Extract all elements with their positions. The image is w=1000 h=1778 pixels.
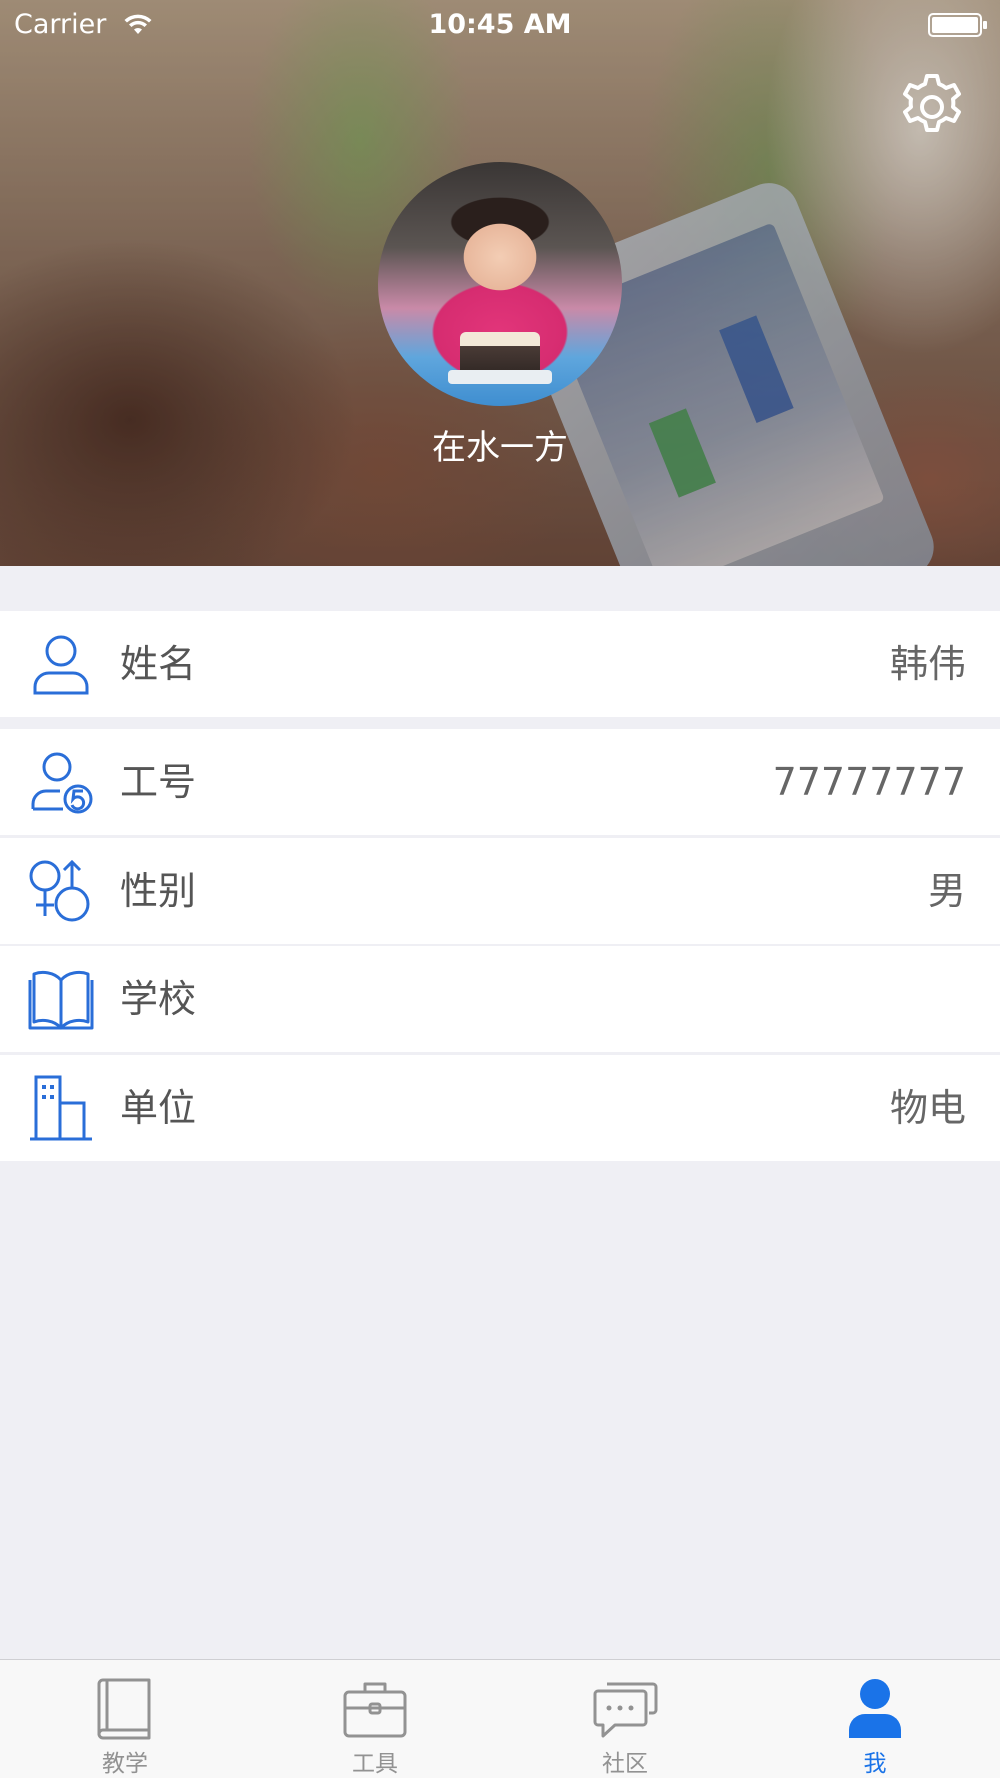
gender-icon <box>28 858 94 924</box>
chat-bubbles-icon <box>591 1678 659 1740</box>
info-row-name[interactable]: 姓名 韩伟 <box>0 611 1000 717</box>
profile-screen: Carrier 10:45 AM 在水一方 姓名 韩伟 工号 77777777 … <box>0 0 1000 1778</box>
info-row-employee-id[interactable]: 工号 77777777 <box>0 729 1000 835</box>
tab-me[interactable]: 我 <box>750 1660 1000 1778</box>
person-icon <box>841 1678 909 1740</box>
open-book-icon <box>28 966 94 1032</box>
info-value: 物电 <box>889 1086 966 1130</box>
info-label: 姓名 <box>120 642 197 686</box>
info-row-school[interactable]: 学校 <box>0 946 1000 1052</box>
info-value: 男 <box>927 869 966 913</box>
info-label: 性别 <box>120 869 197 913</box>
employee-badge-icon <box>28 749 94 815</box>
book-icon <box>91 1678 159 1740</box>
info-value: 韩伟 <box>889 642 966 686</box>
toolbox-icon <box>341 1678 409 1740</box>
tab-label: 我 <box>863 1751 887 1777</box>
tab-community[interactable]: 社区 <box>500 1660 750 1778</box>
tab-bar: 教学 工具 社区 我 <box>0 1659 1000 1778</box>
profile-header: Carrier 10:45 AM 在水一方 <box>0 0 1000 566</box>
info-row-gender[interactable]: 性别 男 <box>0 838 1000 944</box>
info-row-department[interactable]: 单位 物电 <box>0 1055 1000 1161</box>
tab-label: 工具 <box>352 1751 398 1777</box>
info-value: 77777777 <box>772 760 966 804</box>
status-time: 10:45 AM <box>428 9 572 40</box>
info-label: 学校 <box>120 977 197 1021</box>
avatar[interactable] <box>378 162 622 406</box>
tab-tools[interactable]: 工具 <box>250 1660 500 1778</box>
tab-label: 教学 <box>102 1751 148 1777</box>
info-label: 单位 <box>120 1086 197 1130</box>
tab-label: 社区 <box>602 1751 648 1777</box>
status-bar: Carrier 10:45 AM <box>0 0 1000 52</box>
tab-teaching[interactable]: 教学 <box>0 1660 250 1778</box>
info-label: 工号 <box>120 760 197 804</box>
settings-gear-icon[interactable] <box>897 72 967 142</box>
battery-icon <box>928 13 988 44</box>
profile-nickname: 在水一方 <box>432 428 568 468</box>
building-icon <box>28 1075 94 1141</box>
person-icon <box>28 631 94 697</box>
